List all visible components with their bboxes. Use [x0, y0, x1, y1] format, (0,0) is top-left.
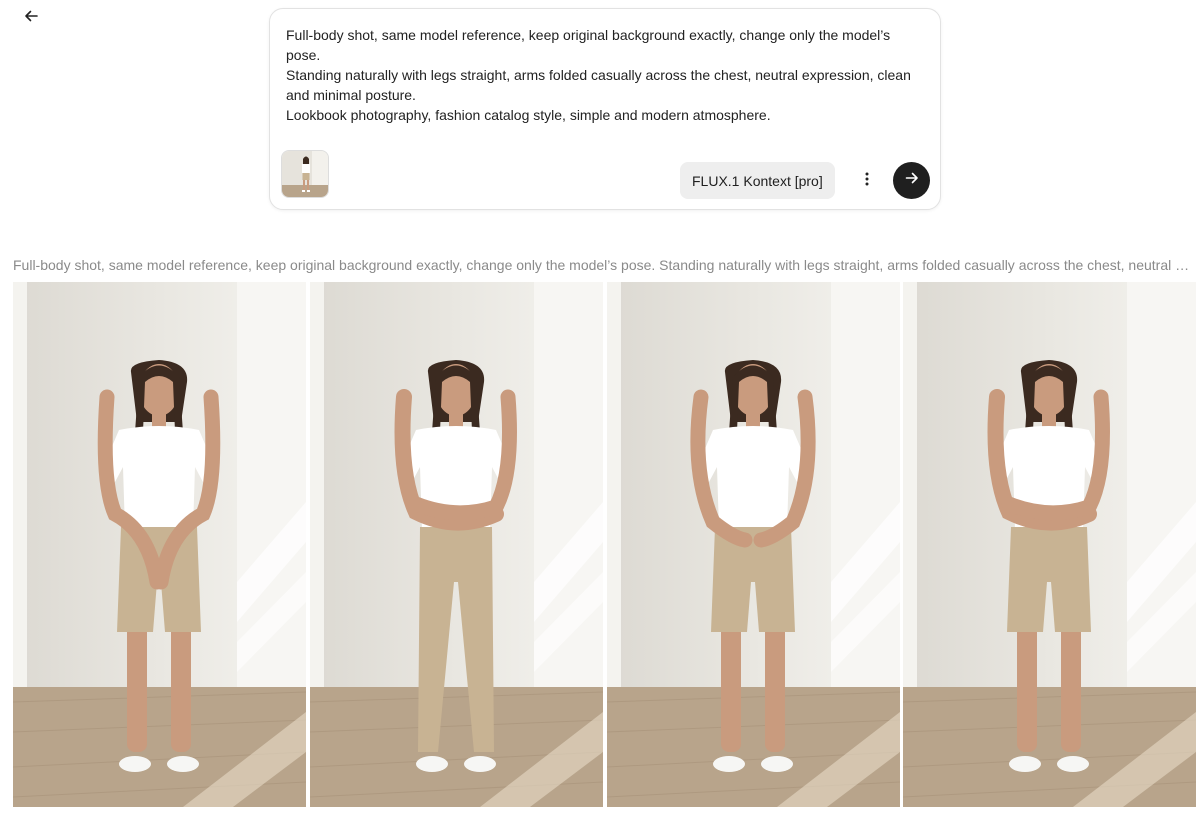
- generated-photo: [13, 282, 306, 807]
- arrow-right-icon: [905, 171, 919, 190]
- result-gallery: [13, 282, 1196, 807]
- prompt-input[interactable]: Full-body shot, same model reference, ke…: [286, 25, 926, 125]
- more-options-button[interactable]: [856, 169, 878, 193]
- more-vertical-icon: [865, 172, 869, 191]
- generated-photo: [310, 282, 603, 807]
- prompt-line: Standing naturally with legs straight, a…: [286, 67, 911, 103]
- generated-image-4[interactable]: [903, 282, 1196, 807]
- model-selector-button[interactable]: FLUX.1 Kontext [pro]: [680, 162, 835, 199]
- generated-photo: [903, 282, 1196, 807]
- prompt-line: Lookbook photography, fashion catalog st…: [286, 107, 771, 123]
- send-button[interactable]: [893, 162, 930, 199]
- generated-image-2[interactable]: [310, 282, 603, 807]
- prompt-line: Full-body shot, same model reference, ke…: [286, 27, 891, 63]
- generated-image-3[interactable]: [607, 282, 900, 807]
- generated-photo: [607, 282, 900, 807]
- result-prompt-caption: Full-body shot, same model reference, ke…: [13, 257, 1196, 273]
- model-label: FLUX.1 Kontext [pro]: [692, 172, 823, 189]
- back-button[interactable]: [18, 6, 44, 30]
- reference-image-thumbnail[interactable]: [281, 150, 329, 198]
- prompt-composer[interactable]: Full-body shot, same model reference, ke…: [269, 8, 941, 210]
- arrow-left-icon: [24, 9, 38, 28]
- generated-image-1[interactable]: [13, 282, 306, 807]
